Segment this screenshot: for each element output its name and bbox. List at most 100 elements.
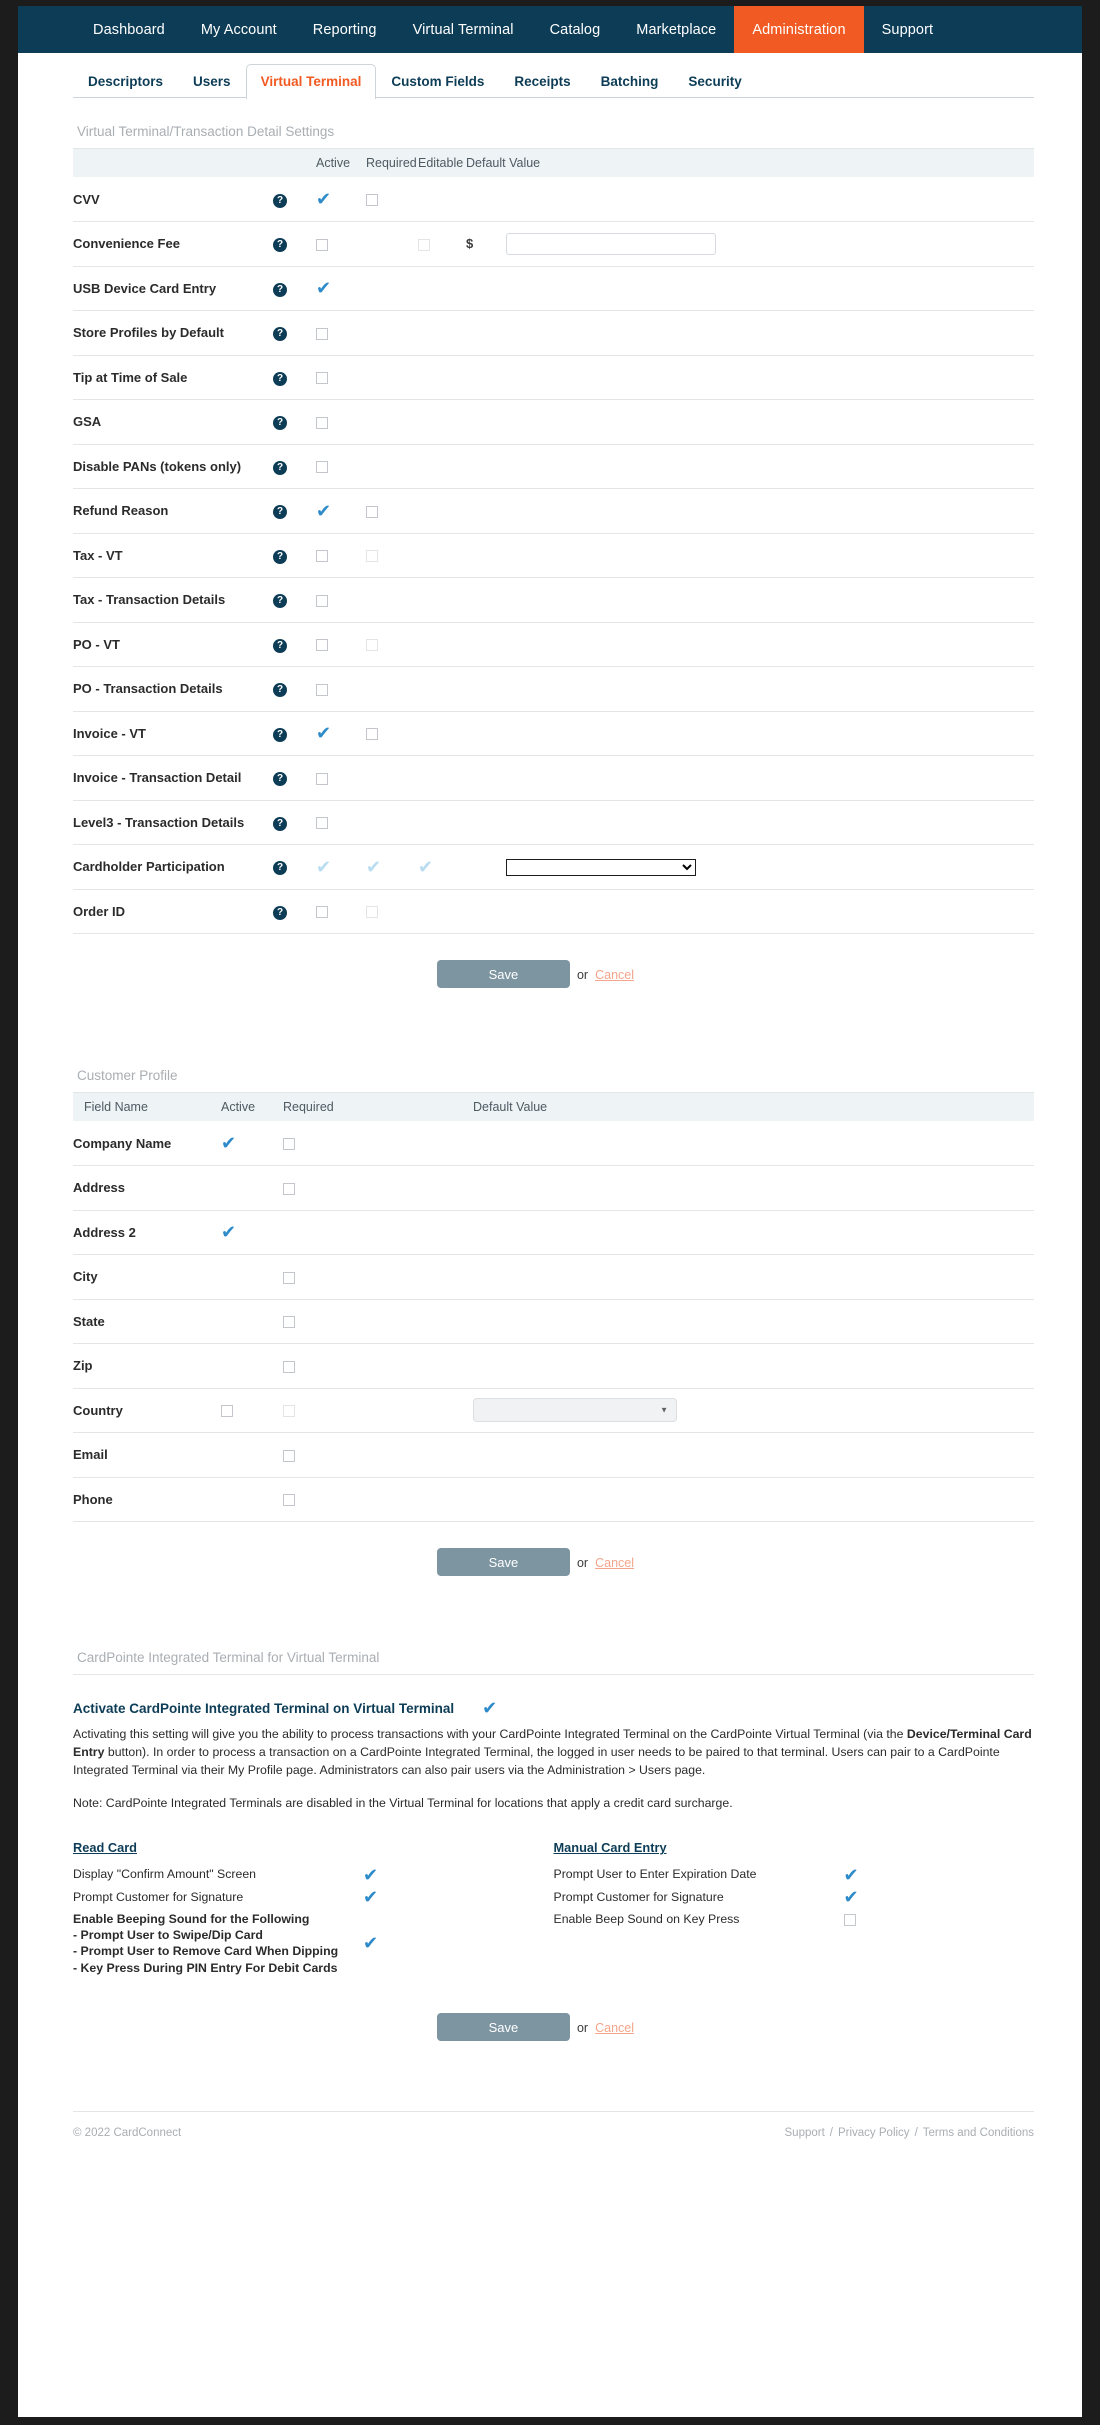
required-checkbox[interactable] xyxy=(283,1316,295,1329)
convenience-fee-input[interactable] xyxy=(506,232,716,255)
help-icon[interactable]: ? xyxy=(273,594,287,609)
default-value-cell xyxy=(473,1343,1034,1389)
active-checkbox[interactable]: ✔ xyxy=(316,725,331,743)
required-cell xyxy=(366,577,418,623)
active-checkbox[interactable] xyxy=(316,639,328,652)
default-value-cell xyxy=(506,266,1034,311)
required-checkbox[interactable] xyxy=(283,1405,295,1418)
active-checkbox[interactable] xyxy=(221,1405,233,1418)
tab-users[interactable]: Users xyxy=(178,64,246,99)
read_card-option-checkbox[interactable]: ✔ xyxy=(363,1866,378,1884)
read_card-option-checkbox[interactable]: ✔ xyxy=(363,1888,378,1906)
active-checkbox[interactable]: ✔ xyxy=(316,858,331,876)
tab-receipts[interactable]: Receipts xyxy=(499,64,585,99)
required-checkbox[interactable] xyxy=(283,1360,295,1373)
help-icon[interactable]: ? xyxy=(273,683,287,698)
active-checkbox[interactable]: ✔ xyxy=(221,1224,236,1242)
active-cell xyxy=(221,1432,283,1478)
required-checkbox[interactable] xyxy=(283,1138,295,1151)
required-checkbox[interactable] xyxy=(366,639,378,652)
active-checkbox[interactable]: ✔ xyxy=(316,502,331,520)
tab-security[interactable]: Security xyxy=(673,64,756,99)
help-icon[interactable]: ? xyxy=(273,416,287,431)
active-checkbox[interactable] xyxy=(316,461,328,474)
editable-checkbox[interactable]: ✔ xyxy=(418,858,433,876)
required-checkbox[interactable] xyxy=(283,1271,295,1284)
topnav-item-marketplace[interactable]: Marketplace xyxy=(618,6,734,53)
help-icon[interactable]: ? xyxy=(273,772,287,787)
active-checkbox[interactable] xyxy=(316,327,328,340)
required-checkbox[interactable] xyxy=(366,505,378,518)
required-checkbox[interactable] xyxy=(366,906,378,919)
sub-tab-bar: Descriptors Users Virtual Terminal Custom F… xyxy=(18,53,1082,99)
help-icon[interactable]: ? xyxy=(273,905,287,920)
active-checkbox[interactable] xyxy=(316,817,328,830)
footer-link-privacy-policy[interactable]: Privacy Policy xyxy=(838,2127,910,2139)
currency-cell xyxy=(466,577,506,623)
table-row: Country ▼ xyxy=(73,1388,1034,1433)
active-checkbox[interactable] xyxy=(316,372,328,385)
tab-batching[interactable]: Batching xyxy=(586,64,674,99)
cardholder-participation-select[interactable] xyxy=(506,858,696,876)
help-icon[interactable]: ? xyxy=(273,460,287,475)
topnav-item-my-account[interactable]: My Account xyxy=(183,6,295,53)
required-checkbox[interactable] xyxy=(283,1449,295,1462)
required-checkbox[interactable]: ✔ xyxy=(366,858,381,876)
country-select[interactable]: ▼ xyxy=(473,1398,677,1423)
active-checkbox[interactable]: ✔ xyxy=(316,280,331,298)
topnav-item-dashboard[interactable]: Dashboard xyxy=(75,6,183,53)
table-row: Cardholder Participation? ✔ ✔ ✔ xyxy=(73,844,1034,890)
help-icon[interactable]: ? xyxy=(273,505,287,520)
manual_card_entry-option-checkbox[interactable]: ✔ xyxy=(844,1866,859,1884)
topnav-item-support[interactable]: Support xyxy=(864,6,952,53)
active-cell xyxy=(316,444,366,489)
active-checkbox[interactable] xyxy=(316,906,328,919)
footer-link-terms-and-conditions[interactable]: Terms and Conditions xyxy=(923,2127,1034,2139)
topnav-item-reporting[interactable]: Reporting xyxy=(295,6,395,53)
required-checkbox[interactable] xyxy=(366,550,378,563)
help-icon[interactable]: ? xyxy=(273,193,287,208)
vt-save-button[interactable]: Save xyxy=(436,960,570,988)
required-checkbox[interactable] xyxy=(366,194,378,207)
help-icon[interactable]: ? xyxy=(273,371,287,386)
cp-save-button[interactable]: Save xyxy=(436,1548,570,1576)
read_card-option-checkbox[interactable]: ✔ xyxy=(363,1935,378,1953)
cardpointe-cancel-link[interactable]: Cancel xyxy=(595,2021,634,2035)
vt-cancel-link[interactable]: Cancel xyxy=(595,968,634,982)
required-cell xyxy=(283,1299,473,1344)
footer-link-support[interactable]: Support xyxy=(785,2127,825,2139)
help-icon[interactable]: ? xyxy=(273,549,287,564)
active-cell xyxy=(221,1388,283,1433)
cardpointe-activate-checkbox[interactable]: ✔ xyxy=(482,1699,497,1717)
topnav-item-catalog[interactable]: Catalog xyxy=(532,6,619,53)
topnav-item-administration[interactable]: Administration xyxy=(734,6,864,53)
help-icon[interactable]: ? xyxy=(273,727,287,742)
active-checkbox[interactable] xyxy=(316,772,328,785)
manual_card_entry-option-checkbox[interactable] xyxy=(843,1914,856,1927)
active-checkbox[interactable] xyxy=(316,238,328,251)
topnav-item-virtual-terminal[interactable]: Virtual Terminal xyxy=(395,6,532,53)
active-checkbox[interactable]: ✔ xyxy=(221,1135,236,1153)
help-icon[interactable]: ? xyxy=(273,861,287,876)
manual_card_entry-option-label: Prompt Customer for Signature xyxy=(553,1889,724,1904)
required-checkbox[interactable] xyxy=(283,1182,295,1195)
required-checkbox[interactable] xyxy=(283,1494,295,1507)
tab-custom-fields[interactable]: Custom Fields xyxy=(376,64,499,99)
help-icon[interactable]: ? xyxy=(273,816,287,831)
manual_card_entry-option-checkbox[interactable]: ✔ xyxy=(844,1888,859,1906)
active-checkbox[interactable] xyxy=(316,416,328,429)
active-checkbox[interactable] xyxy=(316,683,328,696)
active-checkbox[interactable]: ✔ xyxy=(316,191,331,209)
help-icon[interactable]: ? xyxy=(273,327,287,342)
tab-descriptors[interactable]: Descriptors xyxy=(73,64,178,99)
cp-cancel-link[interactable]: Cancel xyxy=(595,1556,634,1570)
editable-checkbox[interactable] xyxy=(418,238,430,251)
required-checkbox[interactable] xyxy=(366,728,378,741)
cardpointe-save-button[interactable]: Save xyxy=(436,2012,570,2041)
help-icon[interactable]: ? xyxy=(273,238,287,253)
help-icon[interactable]: ? xyxy=(273,282,287,297)
active-checkbox[interactable] xyxy=(316,550,328,563)
tab-virtual-terminal[interactable]: Virtual Terminal xyxy=(245,64,377,99)
help-icon[interactable]: ? xyxy=(273,638,287,653)
active-checkbox[interactable] xyxy=(316,594,328,607)
